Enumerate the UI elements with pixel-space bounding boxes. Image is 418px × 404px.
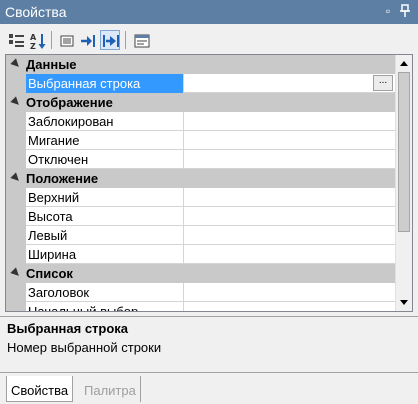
property-value[interactable] <box>184 207 395 226</box>
property-value[interactable] <box>184 226 395 245</box>
property-row[interactable]: Верхний <box>6 188 395 207</box>
list-icon <box>60 35 74 47</box>
category-row[interactable]: Данные <box>6 55 395 74</box>
dropdown-icon[interactable]: ▫ <box>381 4 395 18</box>
tab-palette[interactable]: Палитра <box>80 376 141 402</box>
toolbar-separator <box>125 31 126 49</box>
category-label: Данные <box>26 57 77 72</box>
property-name[interactable]: Заблокирован <box>26 112 184 131</box>
property-name[interactable]: Левый <box>26 226 184 245</box>
property-name[interactable]: Выбранная строка <box>26 74 184 93</box>
scroll-down-icon[interactable] <box>400 300 408 305</box>
property-row[interactable]: Выбранная строка ... <box>6 74 395 93</box>
property-row[interactable]: Мигание <box>6 131 395 150</box>
property-name[interactable]: Отключен <box>26 150 184 169</box>
property-value[interactable] <box>184 150 395 169</box>
collapse-icon[interactable] <box>10 172 22 184</box>
property-grid[interactable]: Данные Выбранная строка ... Отображение … <box>5 54 413 312</box>
property-value[interactable] <box>184 188 395 207</box>
property-row[interactable]: Заголовок <box>6 283 395 302</box>
pin-icon[interactable] <box>398 4 412 18</box>
property-row[interactable]: Ширина <box>6 245 395 264</box>
panel-title: Свойства <box>5 4 67 20</box>
sort-alpha-button[interactable]: A Z <box>27 30 47 50</box>
arrow-right-double-icon <box>103 35 119 47</box>
description-title: Выбранная строка <box>7 321 129 336</box>
property-pages-icon <box>134 34 150 48</box>
description-text: Номер выбранной строки <box>7 340 162 355</box>
property-name[interactable]: Мигание <box>26 131 184 150</box>
property-row[interactable]: Высота <box>6 207 395 226</box>
scroll-up-icon[interactable] <box>400 61 408 66</box>
property-name[interactable]: Начальный выбор <box>26 302 184 311</box>
property-value[interactable] <box>184 283 395 302</box>
property-value[interactable] <box>184 112 395 131</box>
category-row[interactable]: Отображение <box>6 93 395 112</box>
vertical-scrollbar[interactable] <box>395 55 412 311</box>
property-row[interactable]: Левый <box>6 226 395 245</box>
panel-titlebar: Свойства ▫ <box>0 0 418 24</box>
property-value[interactable] <box>184 74 395 93</box>
scroll-thumb[interactable] <box>398 72 410 232</box>
category-label: Отображение <box>26 95 113 110</box>
toolbar-separator <box>51 31 52 49</box>
property-row[interactable]: Начальный выбор <box>6 302 395 311</box>
collapse-icon[interactable] <box>10 96 22 108</box>
events-button[interactable] <box>100 30 120 50</box>
property-value[interactable] <box>184 245 395 264</box>
list-button[interactable] <box>56 30 76 50</box>
sort-alpha-icon: A Z <box>30 33 46 50</box>
property-pages-button[interactable] <box>131 30 151 50</box>
tab-properties[interactable]: Свойства <box>6 376 74 402</box>
categorized-icon <box>9 34 24 47</box>
property-name[interactable]: Высота <box>26 207 184 226</box>
collapse-icon[interactable] <box>10 58 22 70</box>
property-name[interactable]: Верхний <box>26 188 184 207</box>
arrow-right-bar-icon <box>81 35 95 47</box>
categorized-button[interactable] <box>6 30 26 50</box>
svg-text:Z: Z <box>30 42 36 50</box>
ellipsis-button[interactable]: ... <box>373 75 393 91</box>
svg-text:A: A <box>30 33 37 42</box>
category-label: Список <box>26 266 73 281</box>
property-value[interactable] <box>184 131 395 150</box>
property-value[interactable] <box>184 302 395 311</box>
property-name[interactable]: Заголовок <box>26 283 184 302</box>
go-to-button[interactable] <box>77 30 97 50</box>
category-row[interactable]: Положение <box>6 169 395 188</box>
collapse-icon[interactable] <box>10 267 22 279</box>
property-toolbar: A Z <box>0 24 418 54</box>
category-row[interactable]: Список <box>6 264 395 283</box>
property-name[interactable]: Ширина <box>26 245 184 264</box>
description-panel: Выбранная строка Номер выбранной строки <box>0 316 418 372</box>
property-row[interactable]: Отключен <box>6 150 395 169</box>
bottom-tabs: Свойства Палитра <box>0 372 418 404</box>
category-label: Положение <box>26 171 99 186</box>
property-row[interactable]: Заблокирован <box>6 112 395 131</box>
